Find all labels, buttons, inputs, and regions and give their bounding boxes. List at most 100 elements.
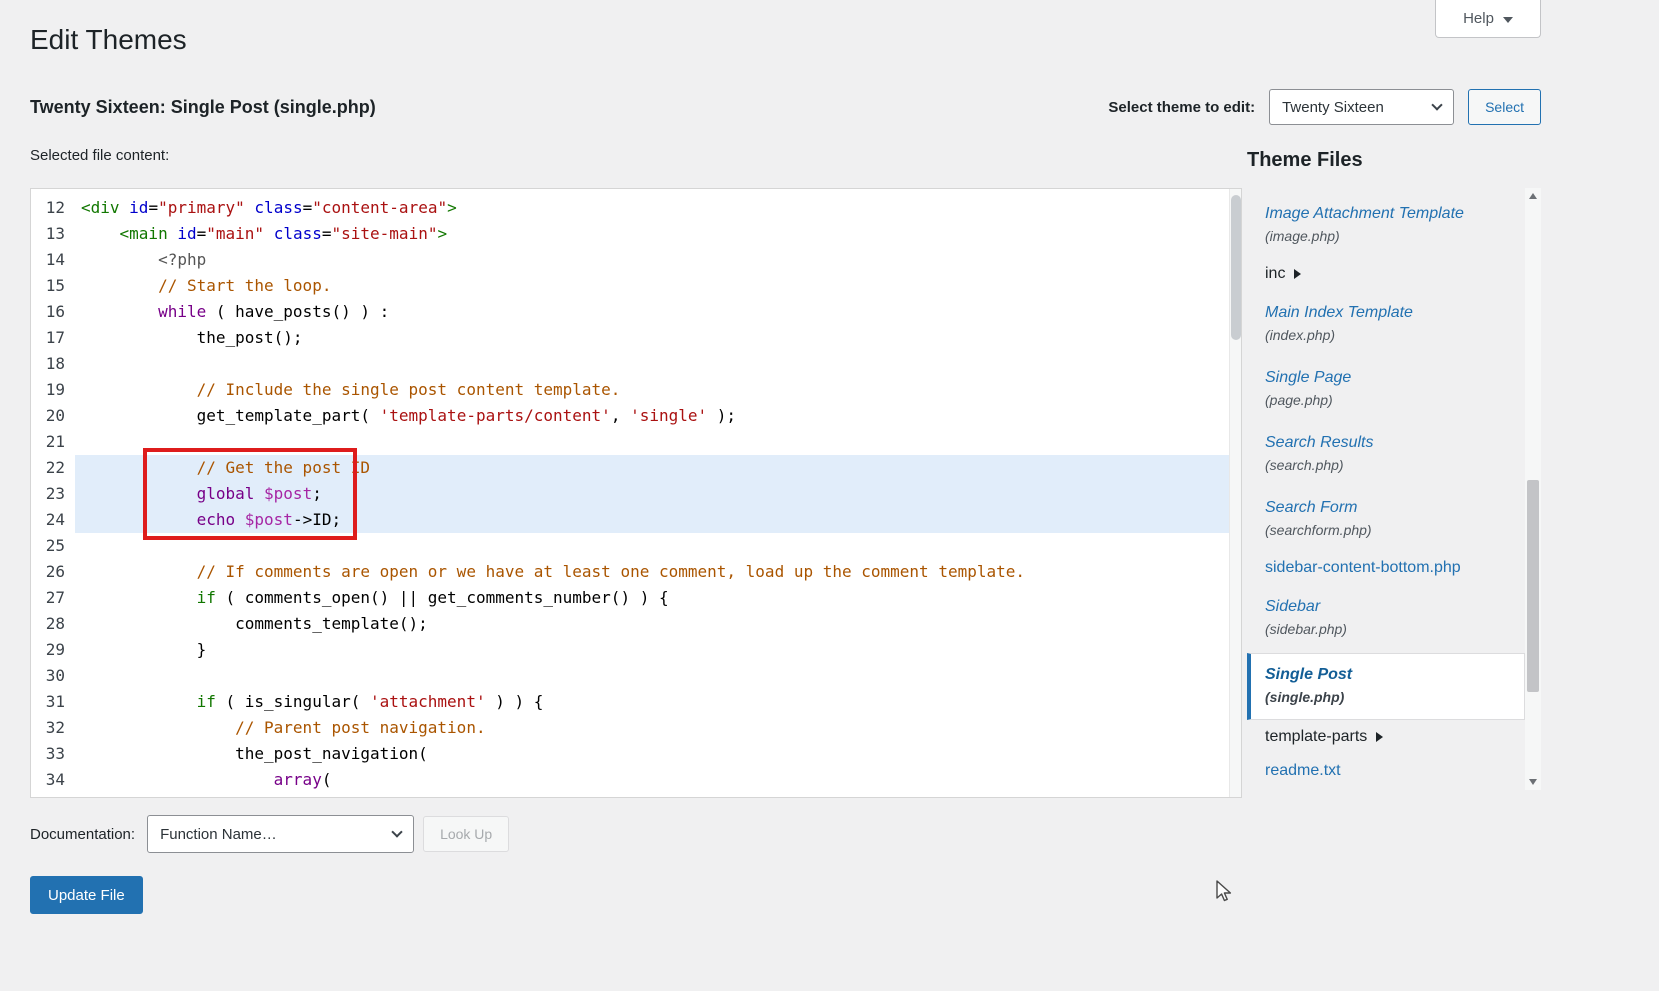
code-token: ); — [707, 406, 736, 425]
code-token — [81, 302, 158, 321]
code-line-33[interactable]: the_post_navigation( — [81, 741, 1241, 767]
chevron-down-icon — [1431, 99, 1442, 110]
code-line-14[interactable]: <?php — [81, 247, 1241, 273]
theme-file-search-form[interactable]: Search Form (searchform.php) — [1247, 489, 1525, 551]
theme-files-title: Theme Files — [1247, 148, 1541, 172]
code-token: 'prev_text' — [312, 796, 418, 797]
theme-file-label[interactable]: inc — [1265, 264, 1519, 284]
theme-files-scrollbar-thumb[interactable] — [1527, 480, 1539, 692]
code-token — [81, 796, 312, 797]
theme-file-label[interactable]: Search Form — [1265, 498, 1519, 518]
code-line-35[interactable]: 'prev_text' => _x( '<span class="meta-na… — [81, 793, 1241, 797]
file-content-label: Selected file content: — [30, 146, 1242, 166]
code-line-21[interactable] — [81, 429, 1241, 455]
documentation-label: Documentation: — [30, 826, 135, 843]
code-line-15[interactable]: // Start the loop. — [81, 273, 1241, 299]
line-number: 33 — [31, 741, 65, 767]
code-token: array — [274, 770, 322, 789]
scrollbar-up-arrow-icon[interactable] — [1525, 188, 1541, 204]
code-token: > — [437, 224, 447, 243]
code-line-22[interactable]: // Get the post ID — [75, 455, 1241, 481]
code-token: the_post_navigation( — [81, 744, 428, 763]
code-lines[interactable]: <div id="primary" class="content-area"> … — [75, 189, 1241, 797]
code-token — [81, 770, 274, 789]
editor-scrollbar-thumb[interactable] — [1231, 195, 1241, 340]
theme-file-filename: (sidebar.php) — [1265, 620, 1519, 638]
code-token: while — [158, 302, 206, 321]
code-line-32[interactable]: // Parent post navigation. — [81, 715, 1241, 741]
code-line-16[interactable]: while ( have_posts() ) : — [81, 299, 1241, 325]
code-line-18[interactable] — [81, 351, 1241, 377]
code-line-24[interactable]: echo $post->ID; — [75, 507, 1241, 533]
code-token: // Start the loop. — [158, 276, 331, 295]
code-token — [245, 198, 255, 217]
code-token: comments_template(); — [81, 614, 428, 633]
line-number: 28 — [31, 611, 65, 637]
scrollbar-down-arrow-icon[interactable] — [1525, 774, 1541, 790]
theme-select-row: Select theme to edit: Twenty Sixteen Sel… — [1108, 89, 1541, 125]
code-token: $post — [264, 484, 312, 503]
code-line-28[interactable]: comments_template(); — [81, 611, 1241, 637]
theme-file-label[interactable]: Search Results — [1265, 433, 1519, 453]
theme-file-label[interactable]: Image Attachment Template — [1265, 204, 1519, 224]
theme-dropdown[interactable]: Twenty Sixteen — [1269, 89, 1454, 125]
code-line-23[interactable]: global $post; — [75, 481, 1241, 507]
editor-scrollbar[interactable] — [1229, 189, 1241, 797]
theme-files-scrollbar[interactable] — [1525, 188, 1541, 790]
help-button[interactable]: Help — [1435, 0, 1541, 38]
function-name-dropdown[interactable]: Function Name… — [147, 815, 414, 853]
code-line-31[interactable]: if ( is_singular( 'attachment' ) ) { — [81, 689, 1241, 715]
code-token: ->ID; — [293, 510, 341, 529]
theme-file-label[interactable]: template-parts — [1265, 727, 1519, 747]
theme-file-sidebar[interactable]: Sidebar (sidebar.php) — [1247, 588, 1525, 650]
theme-file-search-results[interactable]: Search Results(search.php) — [1247, 424, 1525, 486]
code-token — [81, 484, 197, 503]
theme-file-label[interactable]: Main Index Template — [1265, 303, 1519, 323]
theme-file-main-index-template[interactable]: Main Index Template(index.php) — [1247, 294, 1525, 356]
code-token — [81, 380, 197, 399]
code-line-26[interactable]: // If comments are open or we have at le… — [81, 559, 1241, 585]
theme-file-image-attachment-template[interactable]: Image Attachment Template(image.php) — [1247, 195, 1525, 257]
theme-file-sidebar-content-bottom-php[interactable]: sidebar-content-bottom.php — [1247, 551, 1525, 585]
theme-file-filename: (searchform.php) — [1265, 521, 1519, 539]
code-token: <?php — [158, 250, 206, 269]
code-token: ( is_singular( — [216, 692, 370, 711]
theme-file-label[interactable]: readme.txt — [1265, 761, 1519, 781]
theme-file-inc[interactable]: inc — [1247, 257, 1525, 291]
line-number: 26 — [31, 559, 65, 585]
code-line-27[interactable]: if ( comments_open() || get_comments_num… — [81, 585, 1241, 611]
code-line-25[interactable] — [81, 533, 1241, 559]
code-line-34[interactable]: array( — [81, 767, 1241, 793]
code-editor[interactable]: 1213141516171819202122232425262728293031… — [30, 188, 1242, 798]
code-token: class — [274, 224, 322, 243]
theme-file-template-parts[interactable]: template-parts — [1247, 720, 1525, 754]
theme-file-readme-txt[interactable]: readme.txt — [1247, 754, 1525, 788]
code-line-13[interactable]: <main id="main" class="site-main"> — [81, 221, 1241, 247]
theme-file-label[interactable]: Single Page — [1265, 368, 1519, 388]
theme-files-panel: Theme Files Image Attachment Template(im… — [1247, 146, 1541, 798]
lookup-button[interactable]: Look Up — [423, 816, 509, 852]
theme-file-label[interactable]: Single Post — [1265, 665, 1518, 685]
theme-file-label[interactable]: Sidebar — [1265, 597, 1519, 617]
theme-file-filename: (single.php) — [1265, 688, 1518, 706]
code-token: ( comments_open() || get_comments_number… — [216, 588, 669, 607]
update-file-button[interactable]: Update File — [30, 876, 143, 914]
theme-file-label[interactable]: sidebar-content-bottom.php — [1265, 558, 1519, 578]
code-line-29[interactable]: } — [81, 637, 1241, 663]
code-line-12[interactable]: <div id="primary" class="content-area"> — [81, 195, 1241, 221]
code-line-20[interactable]: get_template_part( 'template-parts/conte… — [81, 403, 1241, 429]
code-token: id — [129, 198, 148, 217]
code-token: "primary" — [158, 198, 245, 217]
select-theme-button[interactable]: Select — [1468, 89, 1541, 125]
theme-file-single-post[interactable]: Single Post (single.php) — [1247, 653, 1525, 720]
line-number: 16 — [31, 299, 65, 325]
code-line-30[interactable] — [81, 663, 1241, 689]
code-token: 'template-parts/content' — [380, 406, 611, 425]
line-number: 12 — [31, 195, 65, 221]
code-line-17[interactable]: the_post(); — [81, 325, 1241, 351]
code-line-19[interactable]: // Include the single post content templ… — [81, 377, 1241, 403]
theme-file-single-page[interactable]: Single Page(page.php) — [1247, 359, 1525, 421]
code-token: <main — [120, 224, 168, 243]
line-number: 35 — [31, 793, 65, 797]
code-token: '<span class="meta-nav">Published in</sp… — [495, 796, 1073, 797]
